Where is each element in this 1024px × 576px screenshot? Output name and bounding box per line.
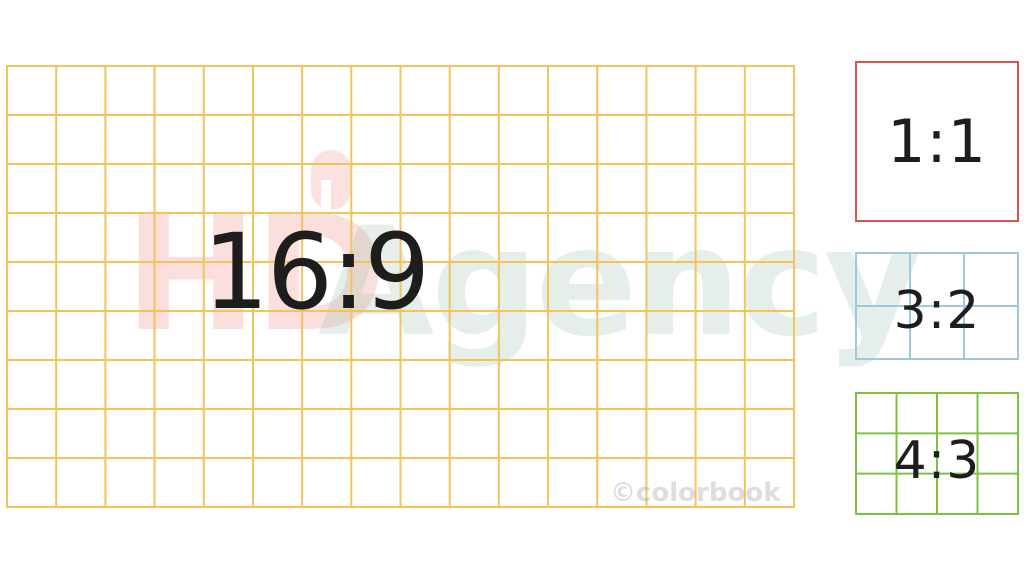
grid-3-2: 3:2	[855, 252, 1019, 360]
grid-4-3: 4:3	[855, 392, 1019, 515]
grid-16-9: 16:9	[6, 65, 795, 508]
watermark-credit: ©colorbook	[610, 478, 781, 508]
label-3-2: 3:2	[893, 281, 981, 341]
label-4-3: 4:3	[893, 430, 981, 491]
box-1-1: 1:1	[855, 61, 1019, 222]
label-1-1: 1:1	[887, 106, 987, 177]
label-16-9: 16:9	[202, 210, 431, 333]
